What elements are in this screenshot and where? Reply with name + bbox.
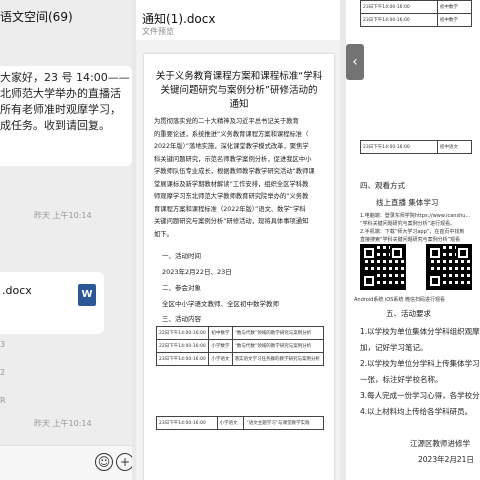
event-date: 2023年2月22日、23日: [162, 268, 232, 276]
watch-method: 线上直播 集体学习: [376, 198, 439, 207]
table-cell: 23日下午14:00-16:00: [360, 140, 438, 154]
message-line: 大家好，23 号 14:00——: [0, 71, 130, 84]
table-cell: 初中数学: [436, 0, 473, 14]
body-line: 的重要论述，系统推进“义务教育课程方案和课程标准（: [154, 130, 309, 138]
file-message[interactable]: .docx W: [0, 272, 104, 334]
table-row: 23日下午14:00-16:00 初中数学: [360, 13, 473, 27]
qr-finder: [456, 246, 470, 260]
table-row: 22日下午14:00-16:00 初中数学 “数与代数”领域的教学研究与案例分析: [155, 326, 325, 340]
document-page-continued[interactable]: 23日下午14:00-16:00 初中数学 23日下午14:00-16:00 初中数…: [346, 0, 480, 480]
requirement-line: 一张，标注好学校名称。: [360, 375, 443, 384]
file-timestamp: 昨天 上午10:14: [34, 419, 92, 428]
table-cell: 23日下午14:00-16:00: [360, 13, 438, 27]
section-heading: 三、活动内容: [162, 315, 201, 323]
section-heading: 一、活动时间: [162, 252, 201, 260]
document-preview-panel: 通知(1).docx 文件预览 关于义务教育课程方案和课程标准“学科 关键问题研…: [136, 0, 340, 480]
section-heading: 五、活动要求: [386, 309, 431, 318]
body-line: 师观摩学习东北师范大学教师教育研究院举办的“义务教: [154, 193, 309, 200]
table-cell: 初中语文: [436, 140, 473, 154]
truncated-text: 3: [0, 340, 6, 349]
preview-subtitle: 文件预览: [142, 27, 174, 36]
requirement-line: 加，记好学习笔记。: [360, 343, 428, 352]
table-row: 23日下午14:00-16:00 小学语文 “语文主题学习”与课堂教学实践: [156, 416, 324, 430]
body-line: 育课程方案和课程标准（2022年版）”语文、数学“学科: [154, 205, 306, 213]
table-cell: 小学数学: [208, 339, 233, 353]
requirement-line: 4.以上材料均上传给各学科研员。: [360, 407, 473, 416]
android-qr-code[interactable]: [360, 244, 406, 290]
table-cell: 小学语文: [216, 416, 245, 430]
body-line: 关键问题研究与案例分析”研修活动，现将具体事项通知: [154, 218, 309, 225]
doc-heading-line: 通知: [229, 99, 249, 110]
file-name: .docx: [2, 284, 32, 297]
preview-header: 通知(1).docx 文件预览: [136, 0, 340, 40]
schedule-table: 22日下午14:00-16:00 初中数学 “数与代数”领域的教学研究与案例分析…: [155, 326, 325, 366]
table-cell: 22日下午14:00-16:00: [155, 339, 210, 353]
table-row: 23日下午14:00-16:00 初中语文: [360, 140, 473, 154]
body-line: 学教师队伍专业成长，根据教师教学教学研究活动“教师课: [154, 168, 315, 175]
doc-heading-line: 关键问题研究与案例分析”研修活动的: [160, 85, 318, 96]
qr-caption: Android系统 iOS系统 微信扫码进行观看: [354, 297, 446, 303]
message-line: 成任务。收到请回复。: [0, 119, 110, 132]
body-line: 科关键问题研究，示范名师教学案例分析，促进我区中小: [154, 155, 312, 163]
table-cell: “语文主题学习”与课堂教学实践: [243, 416, 324, 430]
table-row: 23日下午14:00-16:00 小学语文 落实语文学习任务群的教学研究与案例分…: [155, 352, 325, 366]
body-line: 2022年版）”落地实施，深化课堂教学模式改革，聚焦学: [154, 143, 309, 150]
table-row: 22日下午14:00-16:00 小学数学 “数与代数”领域的教学研究与案例分析: [155, 339, 325, 353]
table-cell: “数与代数”领域的教学研究与案例分析: [231, 339, 325, 353]
signature-date: 2023年2月21日: [418, 455, 474, 464]
schedule-table-continued: 23日下午14:00-16:00 小学语文 “语文主题学习”与课堂教学实践: [156, 416, 324, 430]
qr-finder: [428, 274, 442, 288]
table-cell: 23日下午14:00-16:00: [360, 0, 438, 14]
schedule-table-tail: 23日下午14:00-16:00 初中语文: [360, 140, 473, 154]
instruction-line: “学科关键问题研究与案例分析”进行观看。: [360, 221, 456, 227]
instruction-line: 直接搜索“学科关键问题研究与案例分析”观看: [360, 237, 461, 243]
word-file-icon: W: [78, 284, 96, 306]
chat-message-bubble[interactable]: 大家好，23 号 14:00—— 北师范大学举办的直播活 所有老师准时观摩学习，…: [0, 66, 132, 166]
emoji-icon[interactable]: ☺: [95, 453, 113, 471]
table-cell: 初中数学: [436, 13, 473, 27]
chat-panel: 语文空间(69) 大家好，23 号 14:00—— 北师范大学举办的直播活 所有…: [0, 0, 132, 480]
body-line: 堂展课标及新学期教材解读”工作安排，组织全区学科教: [154, 180, 309, 188]
table-cell: 初中数学: [208, 326, 233, 340]
table-cell: “数与代数”领域的教学研究与案例分析: [231, 326, 325, 340]
chat-input-bar: ☺ +: [0, 445, 132, 480]
section-heading: 二、参会对象: [162, 284, 201, 292]
audience: 全区中小学语文教师、全区初中数学教师: [162, 300, 279, 308]
table-cell: 落实语文学习任务群的教学研究与案例分析: [231, 352, 325, 366]
qr-finder: [362, 274, 376, 288]
table-cell: 小学语文: [208, 352, 233, 366]
file-title: 通知(1).docx: [142, 12, 216, 26]
issuing-organization: 江源区教师进修学: [410, 439, 470, 448]
watch-instructions: 1.电脑端：登录东师学院https://www.icanshu... “学科关键…: [360, 212, 470, 244]
chat-title: 语文空间(69): [0, 10, 73, 24]
doc-body: 为贯彻落实党的二十大精神及习近平总书记关于教育 的重要论述，系统推进“义务教育课…: [154, 116, 324, 241]
table-cell: 22日下午14:00-16:00: [155, 326, 210, 340]
body-line: 为贯彻落实党的二十大精神及习近平总书记关于教育: [154, 118, 299, 125]
requirement-line: 1.以学校为单位集体分学科组织观摩: [360, 327, 480, 336]
doc-heading-line: 关于义务教育课程方案和课程标准“学科: [155, 71, 323, 82]
schedule-table-tail: 23日下午14:00-16:00 初中数学 23日下午14:00-16:00 初中数…: [360, 0, 473, 27]
message-timestamp: 昨天 上午10:14: [34, 211, 92, 220]
table-row: 23日下午14:00-16:00 初中数学: [360, 0, 473, 14]
requirement-line: 2.以学校为单位分学科上传集体学习照: [360, 359, 480, 368]
instruction-line: 2.手机端：下载“师大学习app”，在首页中找到: [360, 229, 465, 235]
qr-finder: [428, 246, 442, 260]
qr-finder: [362, 246, 376, 260]
document-page[interactable]: 关于义务教育课程方案和课程标准“学科 关键问题研究与案例分析”研修活动的 通知 …: [144, 54, 334, 480]
message-line: 北师范大学举办的直播活: [0, 87, 121, 100]
truncated-text: R: [0, 396, 6, 405]
requirement-line: 3.每人完成一份学习心得，各学校分学: [360, 391, 480, 400]
table-cell: 23日下午14:00-16:00: [155, 352, 210, 366]
table-cell: 23日下午14:00-16:00: [156, 416, 218, 430]
prev-page-icon[interactable]: ‹: [346, 44, 364, 80]
ios-qr-code[interactable]: [426, 244, 472, 290]
body-line: 如下。: [154, 230, 173, 238]
plus-icon[interactable]: +: [116, 453, 132, 471]
truncated-text: 2: [0, 368, 6, 377]
section-heading: 四、观看方式: [360, 181, 405, 190]
message-line: 所有老师准时观摩学习，: [0, 103, 121, 116]
qr-finder: [390, 246, 404, 260]
instruction-line: 1.电脑端：登录东师学院https://www.icanshu...: [360, 213, 471, 219]
